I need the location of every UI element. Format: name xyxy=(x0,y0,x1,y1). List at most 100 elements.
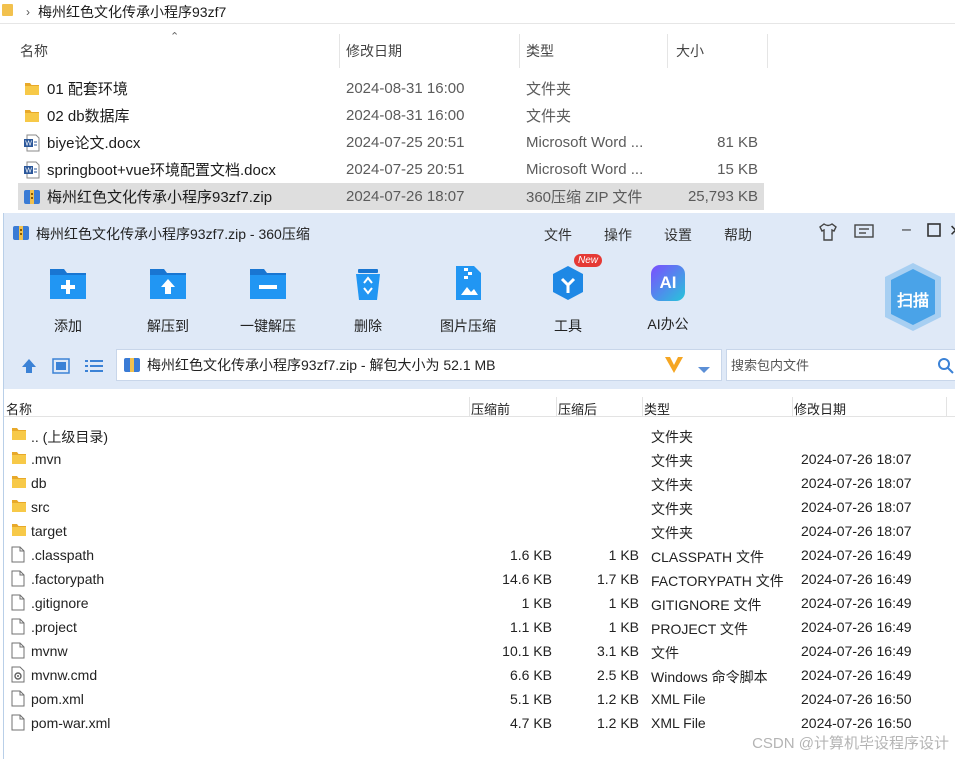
ai-office-button[interactable]: AI AI办公 xyxy=(626,263,710,334)
zip-column-after[interactable]: 压缩后 xyxy=(558,399,597,418)
zip-row[interactable]: .factorypath 14.6 KB 1.7 KB FACTORYPATH 文件 2… xyxy=(4,567,955,591)
zip-entry-name: mvnw.cmd xyxy=(31,667,98,683)
path-field[interactable]: 梅州红色文化传承小程序93zf7.zip - 解包大小为 52.1 MB xyxy=(116,349,722,381)
zip-entry-modified: 2024-07-26 18:07 xyxy=(801,475,912,491)
zip-entry-before: 1 KB xyxy=(521,595,552,611)
file-name: springboot+vue环境配置文档.docx xyxy=(47,162,276,179)
zip-row[interactable]: .gitignore 1 KB 1 KB GITIGNORE 文件 2024-07-26… xyxy=(4,591,955,615)
file-modified: 2024-08-31 16:00 xyxy=(346,107,465,124)
zip-row[interactable]: mvnw 10.1 KB 3.1 KB 文件 2024-07-26 16:49 xyxy=(4,639,955,663)
image-compress-icon xyxy=(448,263,488,303)
column-modified[interactable]: 修改日期 xyxy=(340,34,520,68)
image-compress-label: 图片压缩 xyxy=(440,318,496,334)
zip-entry-modified: 2024-07-26 16:50 xyxy=(801,691,912,707)
zip-entry-type: 文件夹 xyxy=(651,453,693,469)
close-icon[interactable]: ✕ xyxy=(949,221,955,241)
one-click-extract-label: 一键解压 xyxy=(240,318,296,334)
search-icon[interactable] xyxy=(937,357,955,378)
add-button[interactable]: 添加 xyxy=(26,263,110,336)
zip-entry-name: .gitignore xyxy=(31,595,89,611)
up-arrow-icon[interactable] xyxy=(20,357,38,378)
menu-help[interactable]: 帮助 xyxy=(724,225,752,245)
file-row[interactable]: 02 db数据库 2024-08-31 16:00 文件夹 xyxy=(18,102,764,129)
zip-entry-type: 文件夹 xyxy=(651,429,693,445)
column-divider[interactable] xyxy=(556,397,557,417)
file-icon xyxy=(11,618,25,638)
recycle-bin-icon xyxy=(348,263,388,303)
zip-row[interactable]: target 文件夹 2024-07-26 18:07 xyxy=(4,519,955,543)
zip-entry-name: target xyxy=(31,523,67,539)
extract-to-button[interactable]: 解压到 xyxy=(126,263,210,336)
column-header: 名称 修改日期 类型 大小 xyxy=(0,34,770,68)
file-row[interactable]: 梅州红色文化传承小程序93zf7.zip 2024-07-26 18:07 360压… xyxy=(18,183,764,210)
dropdown-arrow-icon[interactable] xyxy=(697,361,711,377)
maximize-icon[interactable] xyxy=(927,223,941,242)
file-row[interactable]: 01 配套环境 2024-08-31 16:00 文件夹 xyxy=(18,75,764,102)
file-name: 梅州红色文化传承小程序93zf7.zip xyxy=(47,189,273,206)
folder-icon xyxy=(11,450,27,468)
new-badge: New xyxy=(574,254,603,267)
file-icon xyxy=(11,690,25,710)
ai-icon-text: AI xyxy=(659,273,677,292)
file-row[interactable]: Wspringboot+vue环境配置文档.docx 2024-07-25 20:… xyxy=(18,156,764,183)
list-view-icon[interactable] xyxy=(84,358,104,377)
zip-entry-after: 2.5 KB xyxy=(596,667,639,683)
skin-shirt-icon[interactable] xyxy=(818,223,838,246)
chevron-right-icon[interactable]: › xyxy=(26,5,30,19)
file-name: 02 db数据库 xyxy=(47,108,130,125)
search-input[interactable] xyxy=(731,357,931,373)
zip-entry-type: GITIGNORE 文件 xyxy=(651,597,762,613)
breadcrumb[interactable]: › 梅州红色文化传承小程序93zf7 xyxy=(0,0,955,24)
file-size: 25,793 KB xyxy=(687,188,758,205)
column-size[interactable]: 大小 xyxy=(668,34,768,68)
column-name[interactable]: 名称 xyxy=(0,34,340,68)
tools-button[interactable]: New 工具 xyxy=(526,254,610,336)
zip-row[interactable]: pom.xml 5.1 KB 1.2 KB XML File 2024-07-26 16… xyxy=(4,687,955,711)
column-divider[interactable] xyxy=(642,397,643,417)
zip-column-name[interactable]: 名称 xyxy=(6,399,32,418)
zip-archive-icon xyxy=(20,188,44,206)
zip-entry-after: 1.2 KB xyxy=(596,715,639,731)
folder-icon xyxy=(20,81,44,96)
file-modified: 2024-07-25 20:51 xyxy=(346,161,465,178)
menu-settings[interactable]: 设置 xyxy=(664,225,692,245)
scan-button[interactable]: 扫描 xyxy=(882,261,944,333)
svg-text:W: W xyxy=(25,140,32,147)
zip-row[interactable]: .mvn 文件夹 2024-07-26 18:07 xyxy=(4,447,955,471)
breadcrumb-folder[interactable]: 梅州红色文化传承小程序93zf7 xyxy=(38,2,226,22)
delete-button[interactable]: 删除 xyxy=(326,263,410,336)
image-compress-button[interactable]: 图片压缩 xyxy=(426,263,510,336)
zip-entry-modified: 2024-07-26 16:49 xyxy=(801,571,912,587)
zip-row[interactable]: src 文件夹 2024-07-26 18:07 xyxy=(4,495,955,519)
thumbnail-view-icon[interactable] xyxy=(52,358,70,377)
file-row[interactable]: Wbiye论文.docx 2024-07-25 20:51 Microsoft Wo… xyxy=(18,129,764,156)
zip-entry-type: XML File xyxy=(651,715,706,731)
one-click-extract-button[interactable]: 一键解压 xyxy=(226,263,310,336)
menu-file[interactable]: 文件 xyxy=(544,225,572,245)
column-type[interactable]: 类型 xyxy=(520,34,668,68)
zip-entry-type: 文件 xyxy=(651,645,679,661)
zip-column-type[interactable]: 类型 xyxy=(644,399,670,418)
menu-operations[interactable]: 操作 xyxy=(604,225,632,245)
search-field[interactable] xyxy=(726,349,955,381)
minimize-icon[interactable]: – xyxy=(902,221,911,239)
column-divider[interactable] xyxy=(792,397,793,417)
zip-row[interactable]: mvnw.cmd 6.6 KB 2.5 KB Windows 命令脚本 2024-07-… xyxy=(4,663,955,687)
zip-column-before[interactable]: 压缩前 xyxy=(471,399,510,418)
feedback-message-icon[interactable] xyxy=(854,223,874,246)
zip-row[interactable]: .classpath 1.6 KB 1 KB CLASSPATH 文件 2024-07-… xyxy=(4,543,955,567)
ai-office-icon: AI xyxy=(651,265,685,301)
zip-entry-modified: 2024-07-26 16:49 xyxy=(801,667,912,683)
delete-label: 删除 xyxy=(354,318,382,334)
zip-row[interactable]: db 文件夹 2024-07-26 18:07 xyxy=(4,471,955,495)
zip-row[interactable]: .project 1.1 KB 1 KB PROJECT 文件 2024-07-26 1… xyxy=(4,615,955,639)
path-text: 梅州红色文化传承小程序93zf7.zip - 解包大小为 52.1 MB xyxy=(147,357,496,373)
column-divider[interactable] xyxy=(469,397,470,417)
zip-column-modified[interactable]: 修改日期 xyxy=(794,399,846,418)
zip-entry-after: 1 KB xyxy=(608,595,639,611)
file-type: 文件夹 xyxy=(526,81,572,98)
column-divider[interactable] xyxy=(946,397,947,417)
title-bar[interactable]: 梅州红色文化传承小程序93zf7.zip - 360压缩 文件 操作 设置 帮助… xyxy=(4,213,955,255)
ai-office-label: AI办公 xyxy=(647,316,689,332)
zip-row[interactable]: .. (上级目录) 文件夹 xyxy=(4,423,955,447)
